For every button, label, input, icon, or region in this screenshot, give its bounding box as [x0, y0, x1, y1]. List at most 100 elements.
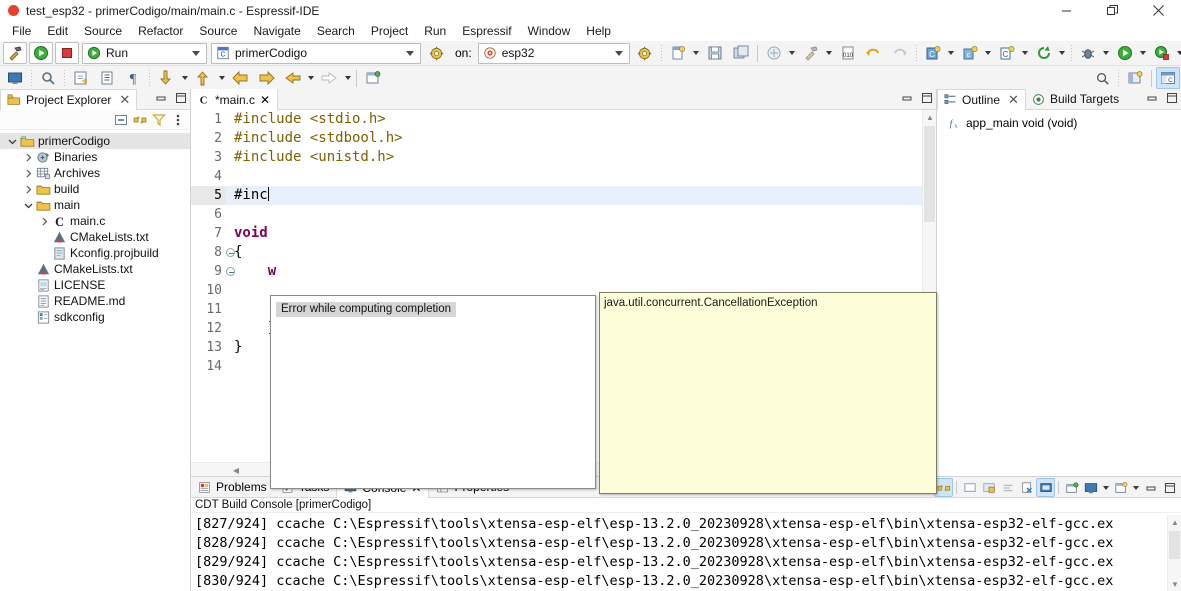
target-combo[interactable]: esp32	[477, 42, 630, 64]
chevron-down-icon[interactable]	[6, 133, 19, 149]
back-arrow-icon[interactable]	[228, 67, 252, 89]
code-line[interactable]: w	[234, 262, 922, 281]
search-magnifier-icon[interactable]	[36, 67, 60, 89]
open-console-menu-icon[interactable]	[1111, 478, 1130, 497]
menu-file[interactable]: File	[4, 22, 39, 40]
completion-proposals-popup[interactable]: Error while computing completion	[270, 295, 596, 489]
terminal-icon[interactable]	[3, 67, 27, 89]
restore-icon[interactable]	[1089, 0, 1135, 21]
menu-window[interactable]: Window	[520, 22, 579, 40]
console-menu-dropdown-icon[interactable]	[1130, 477, 1141, 499]
tree-item[interactable]: README.md	[0, 293, 190, 309]
save-icon[interactable]	[703, 42, 727, 64]
code-line[interactable]	[234, 167, 922, 186]
minimize-icon[interactable]	[154, 91, 167, 104]
next-annotation-dropdown-icon[interactable]	[179, 67, 190, 89]
new-console-dropdown-icon[interactable]	[1100, 477, 1111, 499]
minimize-icon[interactable]	[1043, 0, 1089, 21]
close-icon[interactable]: ✕	[1008, 93, 1019, 106]
menu-run[interactable]: Run	[416, 22, 454, 40]
pilcrow-icon[interactable]: ¶	[121, 67, 145, 89]
maximize-icon[interactable]	[920, 91, 933, 104]
tree-item[interactable]: primerCodigo	[0, 133, 190, 149]
run-play-icon[interactable]	[29, 42, 53, 64]
filter-icon[interactable]	[151, 113, 166, 126]
target-settings-gear-icon[interactable]	[633, 42, 657, 64]
tree-item[interactable]: build	[0, 181, 190, 197]
new-c-project-dropdown-icon[interactable]	[946, 42, 957, 64]
undo-icon[interactable]	[862, 42, 886, 64]
code-line[interactable]	[234, 205, 922, 224]
code-line[interactable]: #include <stdio.h>	[234, 110, 922, 129]
scroll-down-icon[interactable]: ▼	[1168, 577, 1181, 591]
chevron-right-icon[interactable]	[22, 165, 35, 181]
new-c-project-icon[interactable]: C	[921, 42, 945, 64]
code-line[interactable]: void	[234, 224, 922, 243]
new-file-dropdown-icon[interactable]	[691, 42, 702, 64]
new-header-icon[interactable]: C	[995, 42, 1019, 64]
print-dropdown-icon[interactable]	[787, 42, 798, 64]
menu-espressif[interactable]: Espressif	[454, 22, 519, 40]
code-line[interactable]: {	[234, 243, 922, 262]
scroll-thumb[interactable]	[1169, 531, 1180, 559]
new-console-view-icon[interactable]	[1081, 478, 1100, 497]
console-output[interactable]: [827/924] ccache C:\Espressif\tools\xten…	[191, 515, 1167, 591]
link-with-editor-icon[interactable]	[133, 113, 146, 126]
code-line[interactable]: #include <stdbool.h>	[234, 129, 922, 148]
binary-view-icon[interactable]: 010	[836, 42, 860, 64]
menu-search[interactable]: Search	[309, 22, 363, 40]
chevron-down-icon[interactable]	[22, 197, 35, 213]
code-line[interactable]: #inc	[226, 186, 922, 205]
redo-icon[interactable]	[888, 42, 912, 64]
project-tree[interactable]: primerCodigo Binaries Archives build main Cma…	[0, 130, 190, 325]
run-dropdown-icon[interactable]	[1138, 42, 1149, 64]
tree-item[interactable]: sdkconfig	[0, 309, 190, 325]
menu-navigate[interactable]: Navigate	[245, 22, 308, 40]
close-icon[interactable]: ✕	[119, 93, 130, 106]
open-console-icon[interactable]	[1062, 478, 1081, 497]
launch-config-combo[interactable]: C primerCodigo	[211, 42, 421, 64]
chevron-right-icon[interactable]	[22, 149, 35, 165]
remove-console-icon[interactable]	[1017, 478, 1036, 497]
nav-back-icon[interactable]	[280, 67, 304, 89]
open-perspective-icon[interactable]	[1123, 67, 1147, 89]
scroll-thumb[interactable]	[924, 126, 935, 222]
new-class-dropdown-icon[interactable]	[983, 42, 994, 64]
display-selected-console-icon[interactable]	[1036, 478, 1055, 497]
menu-source-2[interactable]: Source	[191, 22, 245, 40]
minimize-icon[interactable]	[1141, 478, 1160, 497]
tree-item[interactable]: CMakeLists.txt	[0, 229, 190, 245]
menu-refactor[interactable]: Refactor	[130, 22, 191, 40]
nav-forward-dropdown-icon[interactable]	[342, 67, 353, 89]
tree-item[interactable]: Cmain.c	[0, 213, 190, 229]
chevron-right-icon[interactable]	[22, 181, 35, 197]
launch-mode-combo[interactable]: Run	[82, 42, 207, 64]
tree-item[interactable]: Kconfig.projbuild	[0, 245, 190, 261]
scroll-up-icon[interactable]: ▲	[923, 110, 936, 124]
stop-icon[interactable]	[55, 42, 79, 64]
nav-forward-icon[interactable]	[317, 67, 341, 89]
tab-project-explorer[interactable]: Project Explorer ✕	[0, 88, 138, 110]
show-console-on-output-icon[interactable]	[960, 478, 979, 497]
quick-access-search-icon[interactable]	[1090, 67, 1114, 89]
tree-item[interactable]: main	[0, 197, 190, 213]
new-class-icon[interactable]: c	[958, 42, 982, 64]
new-file-icon[interactable]	[666, 42, 690, 64]
nav-back-dropdown-icon[interactable]	[305, 67, 316, 89]
refresh-icon[interactable]	[1032, 42, 1056, 64]
close-icon[interactable]: ✕	[260, 93, 270, 107]
pin-console-icon[interactable]	[979, 478, 998, 497]
menu-project[interactable]: Project	[363, 22, 416, 40]
show-source-icon[interactable]	[95, 67, 119, 89]
menu-edit[interactable]: Edit	[39, 22, 76, 40]
external-tools-dropdown-icon[interactable]	[1175, 42, 1181, 64]
menu-source[interactable]: Source	[76, 22, 130, 40]
maximize-icon[interactable]	[174, 91, 187, 104]
minimize-icon[interactable]	[1145, 91, 1158, 104]
code-line[interactable]: #include <unistd.h>	[234, 148, 922, 167]
tree-item[interactable]: LICENSE	[0, 277, 190, 293]
run-toolbar-icon[interactable]	[1113, 42, 1137, 64]
outline-item-app-main[interactable]: f x app_main void (void)	[937, 114, 1181, 131]
c-cpp-perspective-icon[interactable]: C	[1156, 67, 1180, 89]
scroll-left-icon[interactable]: ◀	[229, 463, 243, 476]
